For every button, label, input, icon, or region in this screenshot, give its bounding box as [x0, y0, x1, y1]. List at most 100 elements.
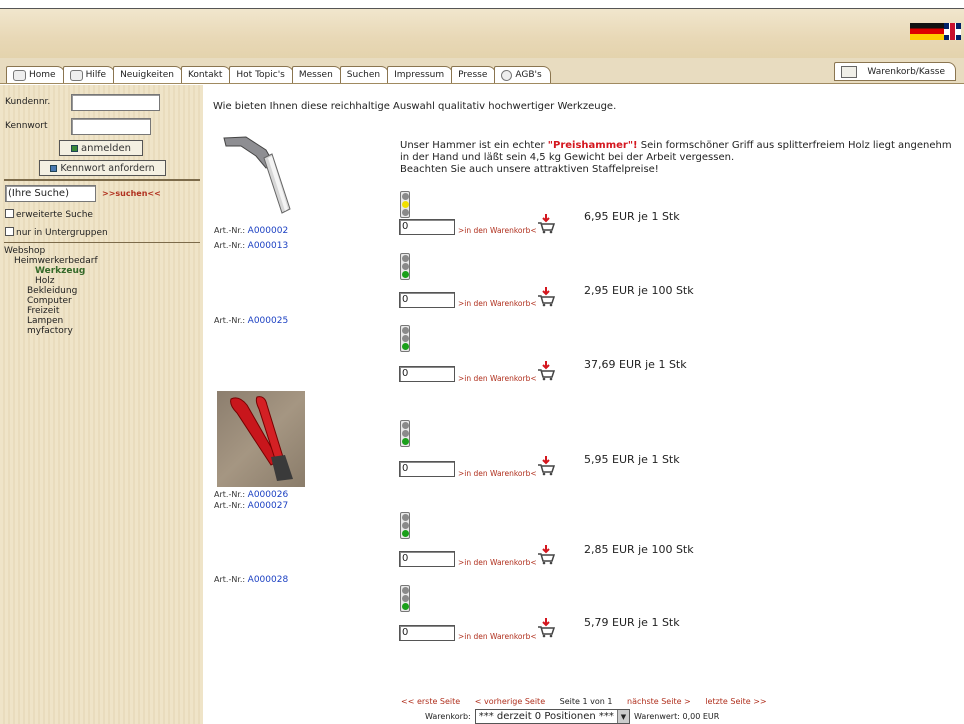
- home-icon: [13, 69, 26, 81]
- article-link[interactable]: A000028: [248, 575, 289, 585]
- tree-item-holz[interactable]: Holz: [4, 276, 98, 286]
- divider: [4, 179, 200, 181]
- tab-label: Neuigkeiten: [120, 70, 174, 80]
- tab-search[interactable]: Suchen: [339, 66, 390, 83]
- pliers-icon: [230, 396, 293, 481]
- add-to-cart-link[interactable]: >in den Warenkorb<: [458, 299, 537, 308]
- article-number: Art.-Nr.: A000002: [214, 226, 289, 236]
- tab-help[interactable]: Hilfe: [62, 66, 116, 83]
- login-bullet-icon: [71, 144, 78, 152]
- header-banner: [0, 9, 964, 58]
- request-bullet-icon: [50, 164, 58, 172]
- add-to-cart-link[interactable]: >in den Warenkorb<: [458, 632, 537, 641]
- tree-item-freizeit[interactable]: Freizeit: [4, 306, 98, 316]
- quantity-input[interactable]: 0: [399, 219, 455, 235]
- price-label: 2,85 EUR je 100 Stk: [584, 543, 694, 556]
- shopping-cart-icon[interactable]: [537, 361, 555, 381]
- uk-flag-icon[interactable]: [944, 23, 961, 40]
- traffic-light-icon: [400, 420, 410, 447]
- search-link[interactable]: >>suchen<<: [102, 189, 161, 198]
- tree-item-bekleidung[interactable]: Bekleidung: [4, 286, 98, 296]
- price-hammer-highlight: "Preishammer"!: [547, 140, 638, 151]
- tab-terms[interactable]: AGB's: [494, 66, 551, 83]
- tab-home[interactable]: Home: [6, 66, 65, 83]
- price-label: 6,95 EUR je 1 Stk: [584, 210, 680, 223]
- traffic-light-icon: [400, 191, 410, 218]
- last-page-link[interactable]: letzte Seite >>: [705, 697, 766, 706]
- cart-summary: Warenkorb: *** derzeit 0 Positionen *** ▼…: [425, 709, 719, 724]
- shopping-cart-icon[interactable]: [537, 545, 555, 565]
- prev-page-link[interactable]: < vorherige Seite: [475, 697, 545, 706]
- tab-press[interactable]: Presse: [451, 66, 497, 83]
- tree-item-lampen[interactable]: Lampen: [4, 316, 98, 326]
- login-button[interactable]: anmelden: [59, 140, 143, 156]
- tab-label: Hilfe: [85, 70, 107, 80]
- tree-item-myfactory[interactable]: myfactory: [4, 326, 98, 336]
- cart-checkout-tab[interactable]: Warenkorb/Kasse: [834, 62, 956, 81]
- tree-item-webshop[interactable]: Webshop: [4, 246, 98, 256]
- tab-fairs[interactable]: Messen: [291, 66, 342, 83]
- paperclip-icon: [501, 69, 513, 81]
- search-input[interactable]: (Ihre Suche): [5, 185, 96, 202]
- quantity-input[interactable]: 0: [399, 551, 455, 567]
- chevron-down-icon[interactable]: ▼: [616, 710, 629, 723]
- tab-label: Kontakt: [187, 70, 223, 80]
- advanced-search-option[interactable]: erweiterte Suche: [5, 209, 93, 220]
- article-number: Art.-Nr.: A000026: [214, 490, 289, 500]
- tab-hot-topics[interactable]: Hot Topic's: [229, 66, 294, 83]
- first-page-link[interactable]: << erste Seite: [401, 697, 460, 706]
- add-to-cart-link[interactable]: >in den Warenkorb<: [458, 374, 537, 383]
- quantity-input[interactable]: 0: [399, 625, 455, 641]
- password-input[interactable]: [71, 118, 151, 135]
- tree-item-heimwerkerbedarf[interactable]: Heimwerkerbedarf: [4, 256, 98, 266]
- article-link[interactable]: A000002: [248, 226, 289, 236]
- subgroups-checkbox[interactable]: [5, 227, 14, 236]
- tab-news[interactable]: Neuigkeiten: [113, 66, 183, 83]
- language-flags: [910, 23, 961, 40]
- tree-item-werkzeug[interactable]: Werkzeug: [4, 266, 98, 276]
- traffic-light-icon: [400, 253, 410, 280]
- shopping-cart-icon[interactable]: [537, 287, 555, 307]
- request-password-label: Kennwort anfordern: [60, 162, 155, 174]
- request-password-button[interactable]: Kennwort anfordern: [39, 160, 166, 176]
- quantity-input[interactable]: 0: [399, 366, 455, 382]
- next-page-link[interactable]: nächste Seite >: [627, 697, 691, 706]
- article-number: Art.-Nr.: A000028: [214, 575, 289, 585]
- tab-contact[interactable]: Kontakt: [180, 66, 232, 83]
- shopping-cart-icon[interactable]: [537, 456, 555, 476]
- customer-number-input[interactable]: [71, 94, 160, 111]
- traffic-light-icon: [400, 512, 410, 539]
- subgroups-option[interactable]: nur in Untergruppen: [5, 227, 108, 238]
- cart-select[interactable]: *** derzeit 0 Positionen *** ▼: [474, 709, 630, 724]
- hammer-image[interactable]: [216, 134, 291, 216]
- cart-summary-label: Warenkorb:: [425, 712, 471, 721]
- article-link[interactable]: A000013: [248, 241, 289, 251]
- pagination: << erste Seite < vorherige Seite Seite 1…: [401, 697, 779, 706]
- shopping-cart-icon[interactable]: [537, 214, 555, 234]
- add-to-cart-link[interactable]: >in den Warenkorb<: [458, 469, 537, 478]
- article-link[interactable]: A000026: [248, 490, 289, 500]
- divider: [4, 242, 200, 243]
- shopping-cart-icon[interactable]: [537, 618, 555, 638]
- german-flag-icon[interactable]: [910, 23, 944, 40]
- category-tree: Webshop Heimwerkerbedarf Werkzeug Holz B…: [4, 246, 98, 336]
- tree-item-computer[interactable]: Computer: [4, 296, 98, 306]
- quantity-input[interactable]: 0: [399, 292, 455, 308]
- advanced-search-checkbox[interactable]: [5, 209, 14, 218]
- tab-imprint[interactable]: Impressum: [387, 66, 454, 83]
- tab-label: Presse: [458, 70, 488, 80]
- add-to-cart-link[interactable]: >in den Warenkorb<: [458, 558, 537, 567]
- pliers-image[interactable]: [217, 391, 305, 487]
- quantity-input[interactable]: 0: [399, 461, 455, 477]
- traffic-light-icon: [400, 585, 410, 612]
- tab-label: Impressum: [394, 70, 445, 80]
- add-to-cart-link[interactable]: >in den Warenkorb<: [458, 226, 537, 235]
- subgroups-label: nur in Untergruppen: [16, 228, 108, 238]
- sidebar: Kundennr. Kennwort anmelden Kennwort anf…: [0, 85, 203, 724]
- article-link[interactable]: A000027: [248, 501, 289, 511]
- tab-label: Suchen: [346, 70, 381, 80]
- price-label: 5,79 EUR je 1 Stk: [584, 616, 680, 629]
- cart-select-value: *** derzeit 0 Positionen ***: [478, 711, 614, 722]
- tab-label: Home: [29, 70, 56, 80]
- article-link[interactable]: A000025: [248, 316, 289, 326]
